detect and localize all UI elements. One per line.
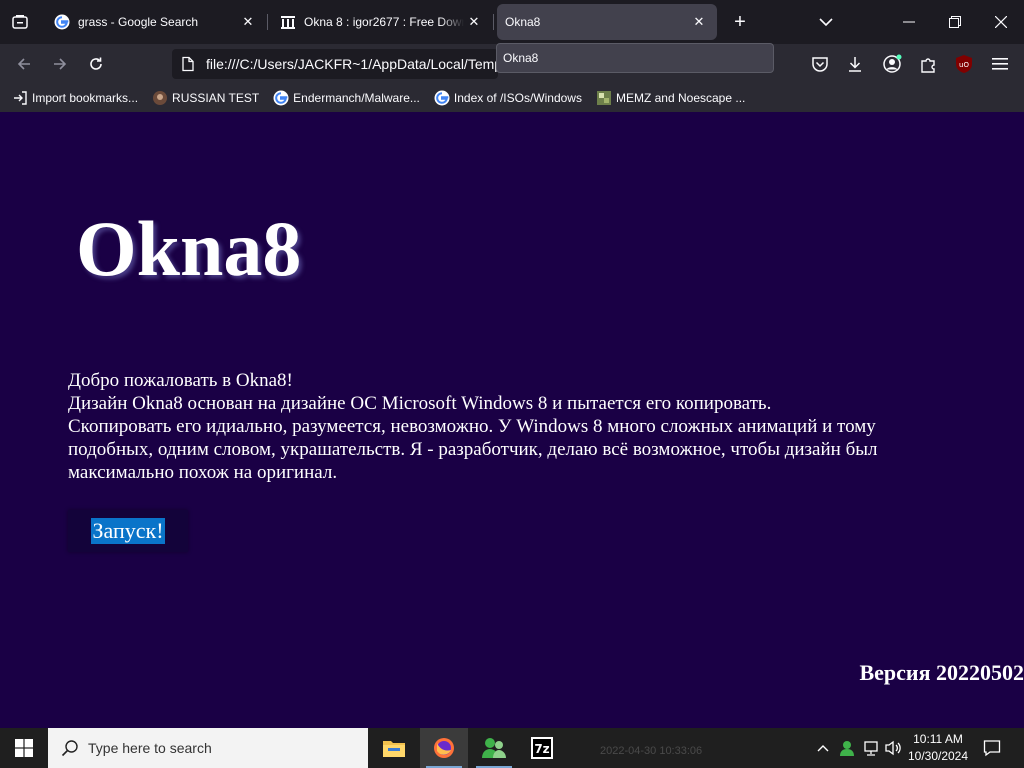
background-text: 2022-04-30 10:33:06 [600, 745, 703, 757]
bookmark-memz[interactable]: MEMZ and Noescape ... [594, 86, 747, 110]
page-heading: Okna8 [76, 205, 302, 292]
tab-title: grass - Google Search [78, 15, 199, 29]
welcome-line: Дизайн Okna8 основан на дизайне ОС Micro… [68, 393, 772, 414]
close-tab-icon[interactable]: ✕ [464, 12, 484, 32]
welcome-line: Скопировать его идиально, разумеется, не… [68, 416, 876, 437]
page-content: Okna8 Добро пожаловать в Okna8! Дизайн O… [0, 112, 1024, 728]
new-tab-button[interactable]: + [728, 10, 752, 34]
notification-center-icon[interactable] [976, 728, 1008, 768]
downloads-icon[interactable] [843, 52, 867, 76]
taskbar-clock[interactable]: 10:11 AM 10/30/2024 [904, 731, 972, 765]
welcome-line: максимально похож на оригинал. [68, 462, 338, 483]
clock-time: 10:11 AM [913, 732, 963, 746]
site-icon [152, 90, 168, 106]
tab-title: Okna 8 : igor2677 : Free Download [304, 15, 464, 29]
launch-button[interactable]: Запуск! [68, 510, 188, 552]
close-window-button[interactable] [978, 0, 1024, 44]
svg-text:7z: 7z [534, 742, 549, 756]
start-button[interactable] [0, 728, 48, 768]
welcome-text: Добро пожаловать в Okna8! Дизайн Okna8 о… [68, 369, 948, 484]
pocket-icon[interactable] [808, 52, 832, 76]
close-tab-icon[interactable]: ✕ [238, 12, 258, 32]
bookmarks-toolbar: Import bookmarks... RUSSIAN TEST Enderma… [0, 84, 1024, 112]
tab-tooltip: Okna8 [496, 43, 774, 73]
forward-button[interactable] [46, 50, 74, 78]
extensions-icon[interactable] [916, 52, 940, 76]
bookmark-label: MEMZ and Noescape ... [615, 91, 746, 105]
bookmark-endermanch[interactable]: Endermanch/Malware... [271, 86, 422, 110]
page-icon [180, 56, 196, 72]
back-button[interactable] [10, 50, 38, 78]
file-explorer-icon[interactable] [370, 728, 418, 768]
tab-archive[interactable]: Okna 8 : igor2677 : Free Download ✕ [272, 4, 494, 40]
list-all-tabs-icon[interactable] [814, 10, 838, 34]
bookmark-label: Endermanch/Malware... [293, 91, 420, 105]
taskbar-search-box[interactable]: Type here to search [48, 728, 368, 768]
account-icon[interactable] [880, 52, 904, 76]
url-text: file:///C:/Users/JACKFR~1/AppData/Local/… [206, 56, 498, 72]
google-icon [54, 14, 70, 30]
volume-icon[interactable] [882, 728, 904, 768]
image-icon [596, 90, 612, 106]
archive-icon [280, 14, 296, 30]
bookmark-label: Import bookmarks... [32, 91, 139, 105]
clock-date: 10/30/2024 [907, 749, 969, 763]
bookmark-russian-test[interactable]: RUSSIAN TEST [150, 86, 261, 110]
firefox-icon[interactable] [420, 728, 468, 768]
reload-button[interactable] [82, 50, 110, 78]
users-app-icon[interactable] [470, 728, 518, 768]
bookmark-label: RUSSIAN TEST [172, 91, 260, 105]
bookmark-isos[interactable]: Index of /ISOs/Windows [432, 86, 584, 110]
bookmark-label: Index of /ISOs/Windows [453, 91, 582, 105]
tab-strip: grass - Google Search ✕ Okna 8 : igor267… [0, 0, 1024, 44]
taskbar: Type here to search 7z 2022-04-30 10:33:… [0, 728, 1024, 768]
launch-button-label: Запуск! [91, 518, 165, 544]
minimize-button[interactable] [886, 0, 932, 44]
tab-title: Okna8 [505, 15, 541, 29]
import-icon [12, 90, 28, 106]
close-tab-icon[interactable]: ✕ [689, 12, 709, 32]
welcome-line: Добро пожаловать в Okna8! [68, 370, 293, 391]
welcome-line: подобных, одним словом, украшательств. Я… [68, 439, 878, 460]
address-bar[interactable]: file:///C:/Users/JACKFR~1/AppData/Local/… [172, 49, 498, 79]
google-icon [273, 90, 289, 106]
firefox-view-icon[interactable] [8, 10, 32, 34]
tray-user-icon[interactable] [836, 728, 858, 768]
tab-okna8[interactable]: Okna8 ✕ [497, 4, 717, 40]
version-label: Версия 20220502 [859, 660, 1024, 685]
tab-google-search[interactable]: grass - Google Search ✕ [46, 4, 268, 40]
search-placeholder: Type here to search [88, 740, 212, 756]
bookmark-import[interactable]: Import bookmarks... [10, 86, 140, 110]
7zip-icon[interactable]: 7z [518, 728, 566, 768]
ublock-origin-icon[interactable]: uO [952, 52, 976, 76]
search-icon [60, 738, 80, 758]
restore-button[interactable] [932, 0, 978, 44]
google-icon [434, 90, 450, 106]
network-icon[interactable] [860, 728, 882, 768]
show-hidden-icons-chevron-up-icon[interactable] [812, 728, 834, 768]
browser-window: grass - Google Search ✕ Okna 8 : igor267… [0, 0, 1024, 112]
menu-icon[interactable] [988, 52, 1012, 76]
svg-text:uO: uO [959, 61, 969, 69]
